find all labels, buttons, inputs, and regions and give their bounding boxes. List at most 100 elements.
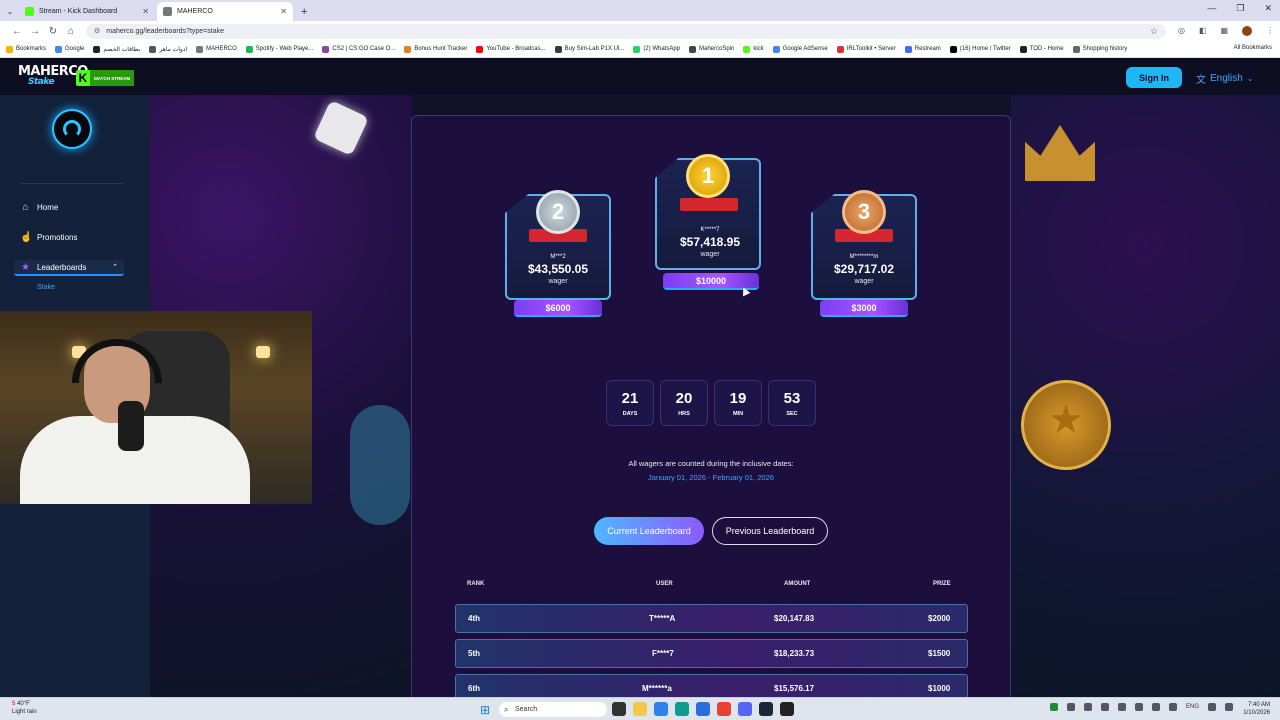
extension-icon[interactable]: ◎ [1178,26,1185,36]
home-icon[interactable]: ⌂ [62,26,80,37]
column-header-prize: PRIZE [933,581,951,587]
taskbar-search-input[interactable]: ⌕ Search [499,702,607,717]
windows-start-icon[interactable]: ⊞ [480,703,490,717]
ribbon [680,198,738,211]
minimize-icon[interactable]: — [1207,3,1216,14]
system-tray: ENG [1050,703,1234,711]
tray-app-icon[interactable] [1118,703,1126,711]
bookmark-item[interactable]: بطاقات الخصم [93,45,140,53]
wifi-icon[interactable] [1208,703,1217,711]
bookmark-item[interactable]: MAHERCO [196,45,237,53]
bookmark-item[interactable]: YouTube - Broadcas... [476,45,546,53]
bookmark-item[interactable]: Restream [904,45,941,53]
chrome-icon[interactable] [717,702,731,716]
language-selector[interactable]: 文 English ⌄ [1196,71,1254,86]
winner-username: M********m [849,254,879,260]
weather-widget[interactable]: 5 40°F Light rain [12,700,37,716]
coin-decoration: ★ [1021,380,1111,470]
edge-icon[interactable] [675,702,689,716]
bookmark-favicon-icon [1019,45,1027,53]
tab-list-button[interactable]: ⌄ [3,2,17,21]
chevron-down-icon: ⌄ [1246,74,1254,83]
bookmark-item[interactable]: (16) Home / Twitter [949,45,1011,53]
all-bookmarks-link[interactable]: All Bookmarks [1234,45,1272,51]
prize-third: $3000 [820,300,908,317]
winner-username: K*****7 [700,227,720,233]
bookmark-item[interactable]: (2) WhatsApp [633,45,680,53]
extensions-puzzle-icon[interactable]: ◧ [1199,26,1207,36]
tab-kick-dashboard[interactable]: Stream - Kick Dashboard ✕ [19,2,155,21]
file-explorer-icon[interactable] [633,702,647,716]
row-user: F****7 [652,649,674,658]
bookmark-favicon-icon [904,45,912,53]
podium-second-info: M***2 $43,550.05 wager [505,254,611,285]
sidebar-item-promotions[interactable]: ☝ Promotions [20,232,77,243]
bookmark-item[interactable]: TOD - Home [1019,45,1064,53]
bookmark-star-icon[interactable]: ☆ [1150,26,1158,37]
bookmark-item[interactable]: Shopping history [1072,45,1128,53]
site-info-icon[interactable]: ⚙ [94,27,100,35]
chevron-up-icon: ⌃ [112,264,118,271]
reload-icon[interactable]: ↻ [44,26,62,37]
url-input[interactable]: ⚙ maherco.gg/leaderboards?type=stake ☆ [86,23,1166,39]
current-leaderboard-button[interactable]: Current Leaderboard [594,517,704,545]
gem-decoration [350,405,410,525]
tray-app-icon[interactable] [1135,703,1143,711]
tray-app-icon[interactable] [1152,703,1160,711]
bookmark-item[interactable]: Spotify - Web Playe... [245,45,314,53]
site-page: ★ MAHERCO Stake K WATCH STREAM Sign In 文… [0,58,1280,697]
profile-avatar[interactable] [1242,26,1253,36]
wager-label: wager [548,278,568,285]
tab-maherco[interactable]: MAHERCO ✕ [157,2,293,21]
bookmark-label: Shopping history [1082,46,1128,52]
downloads-icon[interactable]: ▦ [1221,26,1229,36]
sidebar-logo-icon[interactable] [52,109,92,149]
volume-icon[interactable] [1225,703,1234,711]
close-window-icon[interactable]: ✕ [1264,3,1272,14]
new-tab-button[interactable]: + [301,2,307,21]
store-icon[interactable] [696,702,710,716]
task-view-icon[interactable] [612,702,626,716]
bookmark-item[interactable]: Buy Sim-Lab P1X Ul... [554,45,624,53]
sidebar-item-leaderboards[interactable]: ★ Leaderboards ⌃ [14,260,124,276]
sidebar-subitem-stake[interactable]: Stake [37,284,55,291]
weather-condition: Light rain [12,709,37,715]
kick-watch-stream-badge[interactable]: K WATCH STREAM [76,70,134,86]
browser-tab-bar: ⌄ Stream - Kick Dashboard ✕ MAHERCO ✕ + … [0,0,1280,21]
bookmark-item[interactable]: MahercoSpin [689,45,734,53]
previous-leaderboard-button[interactable]: Previous Leaderboard [712,517,828,545]
menu-icon[interactable]: ⋮ [1266,26,1274,36]
tray-app-icon[interactable] [1067,703,1075,711]
row-prize: $2000 [928,614,951,623]
forward-icon[interactable]: → [26,26,44,37]
bookmark-item[interactable]: CS2 | CS:GO Case O... [322,45,395,53]
tray-app-icon[interactable] [1084,703,1092,711]
steam-icon[interactable] [759,702,773,716]
obs-icon[interactable] [780,702,794,716]
bookmark-label: Spotify - Web Playe... [255,46,314,52]
input-language[interactable]: ENG [1186,704,1199,710]
wager-period-note: All wagers are counted during the inclus… [628,459,794,468]
bookmark-item[interactable]: Bonus Hunt Tracker [404,45,467,53]
close-tab-icon[interactable]: ✕ [142,7,149,16]
taskbar-clock[interactable]: 7:40 AM 1/10/2026 [1243,701,1270,717]
sign-in-button[interactable]: Sign In [1126,67,1182,88]
bookmark-item[interactable]: Bookmarks [6,45,46,53]
discord-icon[interactable] [738,702,752,716]
bookmark-item[interactable]: kick [743,45,764,53]
restore-icon[interactable]: ❐ [1236,3,1244,14]
sidebar-item-home[interactable]: ⌂ Home [20,202,58,213]
back-icon[interactable]: ← [8,26,26,37]
weather-badge: 5 [12,701,16,707]
bookmark-item[interactable]: IRLToolkit • Server [836,45,896,53]
bookmark-item[interactable]: ادوات ماهر [149,45,187,53]
mail-icon[interactable] [654,702,668,716]
bookmark-item[interactable]: Google [55,45,84,53]
countdown-days: 21 DAYS [606,380,654,426]
translate-icon: 文 [1196,75,1206,86]
tray-app-icon[interactable] [1169,703,1177,711]
tray-app-icon[interactable] [1101,703,1109,711]
close-tab-icon[interactable]: ✕ [280,7,287,16]
bookmark-item[interactable]: Google AdSense [772,45,828,53]
tray-app-icon[interactable] [1050,703,1058,711]
